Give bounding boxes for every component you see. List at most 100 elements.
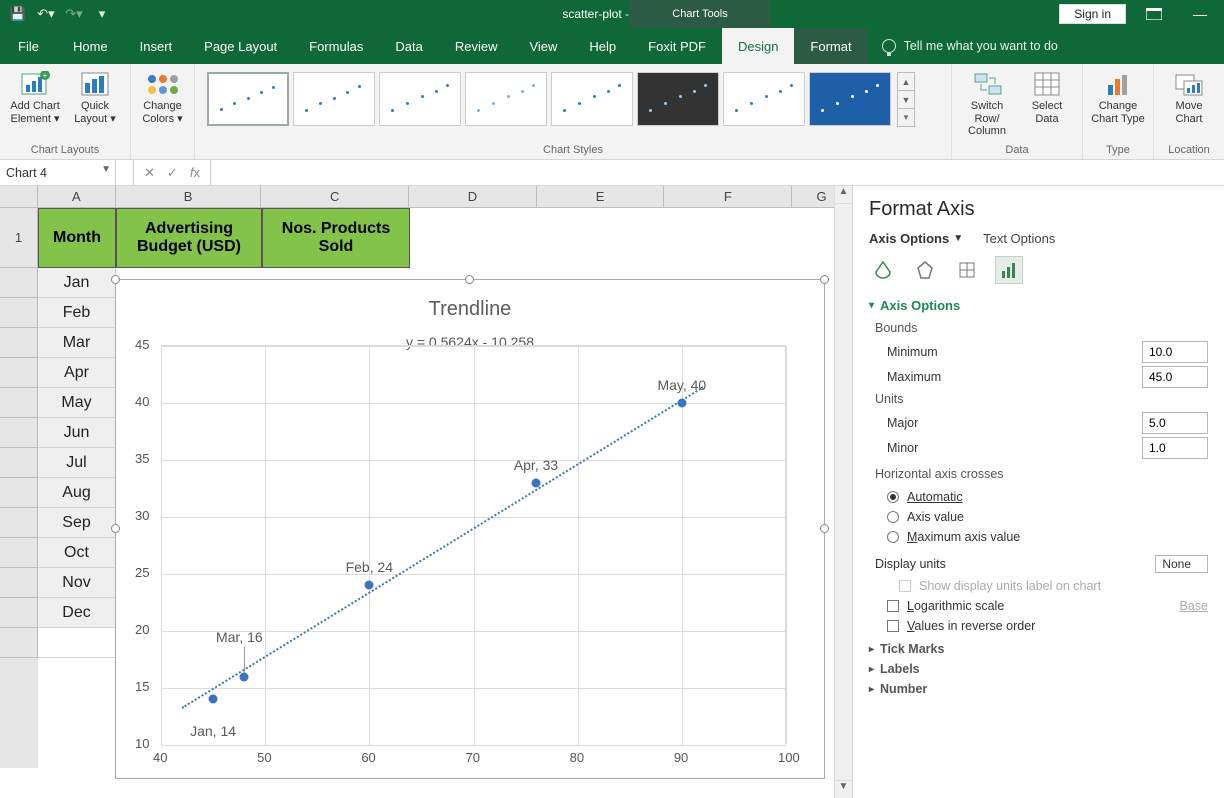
tab-data[interactable]: Data [379, 28, 438, 64]
data-label[interactable]: May, 40 [657, 377, 706, 393]
formula-input[interactable] [211, 160, 1224, 185]
trendline[interactable] [181, 386, 703, 708]
row-header[interactable] [0, 418, 38, 448]
radio-axis-value[interactable]: Axis value [869, 507, 1208, 527]
tab-help[interactable]: Help [573, 28, 632, 64]
tab-home[interactable]: Home [57, 28, 124, 64]
chart-title[interactable]: Trendline [116, 298, 824, 321]
chart-style-2[interactable] [293, 72, 375, 126]
row-header[interactable] [0, 598, 38, 628]
row-header[interactable] [0, 328, 38, 358]
resize-handle[interactable] [111, 524, 120, 533]
sign-in-button[interactable]: Sign in [1059, 4, 1126, 24]
section-axis-options[interactable]: ▾Axis Options [869, 298, 1208, 313]
row-header[interactable] [0, 268, 38, 298]
cell-month[interactable]: Aug [38, 478, 116, 508]
chart-style-3[interactable] [379, 72, 461, 126]
undo-icon[interactable]: ↶▾ [34, 2, 58, 26]
data-label[interactable]: Feb, 24 [346, 559, 393, 575]
gallery-more-icon[interactable]: ▾ [897, 108, 915, 127]
col-header[interactable]: B [116, 186, 262, 207]
size-properties-icon[interactable] [953, 256, 981, 284]
data-label[interactable]: Apr, 33 [514, 457, 558, 473]
axis-options-icon[interactable] [995, 256, 1023, 284]
row-header[interactable] [0, 508, 38, 538]
tab-design[interactable]: Design [722, 28, 794, 64]
plot-area[interactable]: Jan, 14Feb, 24Mar, 16Apr, 33May, 40 [161, 345, 786, 744]
cell-month[interactable]: Oct [38, 538, 116, 568]
cell-month[interactable]: Sep [38, 508, 116, 538]
gallery-scroll[interactable]: ▲▼▾ [897, 72, 915, 126]
tell-me-search[interactable]: Tell me what you want to do [868, 28, 1072, 64]
data-point[interactable] [532, 478, 541, 487]
row-header[interactable]: 1 [0, 208, 38, 268]
switch-row-column-button[interactable]: Switch Row/ Column [960, 68, 1014, 138]
minimum-field[interactable] [1142, 341, 1208, 363]
scroll-up-icon[interactable]: ▲ [835, 186, 852, 204]
chart-style-6[interactable] [637, 72, 719, 126]
pane-tab-text-options[interactable]: Text Options [983, 231, 1055, 246]
change-colors-button[interactable]: Change Colors ▾ [139, 68, 186, 125]
display-units-select[interactable]: None [1155, 555, 1208, 573]
section-tick-marks[interactable]: ▸Tick Marks [869, 642, 1208, 656]
tab-view[interactable]: View [513, 28, 573, 64]
row-header[interactable] [0, 568, 38, 598]
row-header[interactable] [0, 628, 38, 658]
row-header[interactable] [0, 388, 38, 418]
resize-handle[interactable] [820, 524, 829, 533]
section-labels[interactable]: ▸Labels [869, 662, 1208, 676]
column-headers[interactable]: A B C D E F G [0, 186, 852, 208]
resize-handle[interactable] [111, 275, 120, 284]
cell-month[interactable]: Mar [38, 328, 116, 358]
header-month[interactable]: Month [38, 208, 116, 268]
chevron-up-icon[interactable]: ▲ [897, 72, 915, 91]
tab-page-layout[interactable]: Page Layout [188, 28, 293, 64]
cell-month[interactable]: Nov [38, 568, 116, 598]
tab-foxit-pdf[interactable]: Foxit PDF [632, 28, 722, 64]
vertical-scrollbar[interactable]: ▲ ▼ [834, 186, 852, 798]
chart-style-7[interactable] [723, 72, 805, 126]
dropdown-icon[interactable]: ▼ [101, 164, 111, 175]
redo-icon[interactable]: ↷▾ [62, 2, 86, 26]
fill-line-icon[interactable] [869, 256, 897, 284]
chart-style-1[interactable] [207, 72, 289, 126]
row-header[interactable] [0, 448, 38, 478]
qat-customize-icon[interactable]: ▾ [90, 2, 114, 26]
cell-month[interactable]: May [38, 388, 116, 418]
radio-max-axis-value[interactable]: Maximum axis value [869, 527, 1208, 547]
enter-icon[interactable]: ✓ [167, 165, 178, 181]
col-header[interactable]: A [38, 186, 116, 207]
tab-insert[interactable]: Insert [124, 28, 189, 64]
resize-handle[interactable] [820, 275, 829, 284]
cell-month[interactable]: Dec [38, 598, 116, 628]
data-point[interactable] [365, 581, 374, 590]
minor-field[interactable] [1142, 437, 1208, 459]
cancel-icon[interactable]: ✕ [144, 165, 155, 181]
resize-handle[interactable] [465, 275, 474, 284]
tab-format[interactable]: Format [794, 28, 867, 64]
tab-file[interactable]: File [0, 28, 57, 64]
header-budget[interactable]: Advertising Budget (USD) [116, 208, 262, 268]
select-data-button[interactable]: Select Data [1020, 68, 1074, 125]
add-chart-element-button[interactable]: + Add Chart Element ▾ [8, 68, 62, 125]
cell-month[interactable]: Jun [38, 418, 116, 448]
cell-month[interactable]: Jul [38, 448, 116, 478]
row-header[interactable] [0, 358, 38, 388]
chart-style-4[interactable] [465, 72, 547, 126]
save-icon[interactable]: 💾 [6, 2, 30, 26]
chevron-down-icon[interactable]: ▼ [897, 90, 915, 109]
minimize-icon[interactable]: — [1182, 0, 1218, 28]
effects-icon[interactable] [911, 256, 939, 284]
radio-automatic[interactable]: Automatic [869, 487, 1208, 507]
data-label[interactable]: Mar, 16 [216, 629, 263, 645]
col-header[interactable]: C [261, 186, 409, 207]
cell-month[interactable]: Jan [38, 268, 116, 298]
check-log-scale[interactable]: Logarithmic scaleBase [869, 596, 1208, 616]
row-header[interactable] [0, 538, 38, 568]
col-header[interactable]: E [537, 186, 665, 207]
worksheet-area[interactable]: A B C D E F G 1 Month Advertising Budget… [0, 186, 852, 798]
name-box[interactable]: Chart 4 ▼ [0, 160, 116, 185]
chart-style-8[interactable] [809, 72, 891, 126]
major-field[interactable] [1142, 412, 1208, 434]
col-header[interactable]: F [664, 186, 792, 207]
